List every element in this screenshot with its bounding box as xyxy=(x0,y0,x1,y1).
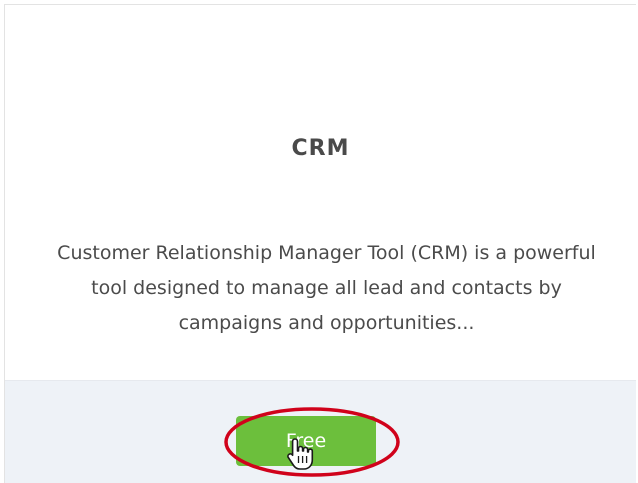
crm-logo: CRM xyxy=(291,136,350,161)
app-card: CRM Customer Relationship Manager Tool (… xyxy=(4,4,636,483)
card-footer: Free xyxy=(5,380,636,483)
app-description: Customer Relationship Manager Tool (CRM)… xyxy=(57,242,596,334)
free-button[interactable]: Free xyxy=(236,416,376,466)
